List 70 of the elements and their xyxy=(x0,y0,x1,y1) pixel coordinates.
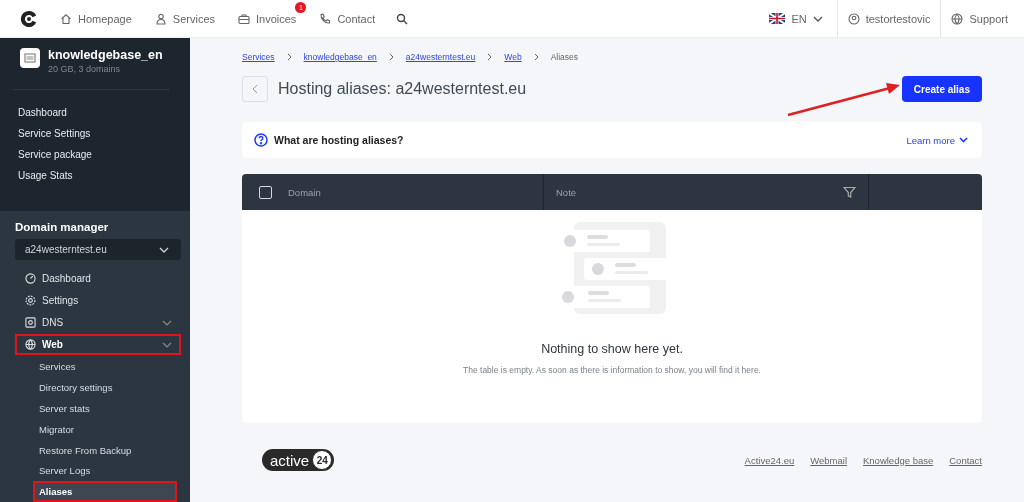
chevron-down-icon xyxy=(959,137,968,143)
sidebar-item[interactable]: DNS xyxy=(15,312,181,334)
create-alias-button[interactable]: Create alias xyxy=(901,76,982,102)
language-dropdown[interactable]: EN xyxy=(791,12,807,25)
sidebar-item[interactable]: Service package xyxy=(0,144,190,165)
nav-link[interactable]: Services xyxy=(154,12,215,25)
breadcrumb-link[interactable]: a24westerntest.eu xyxy=(405,52,476,62)
help-icon xyxy=(254,133,268,147)
column-header[interactable]: Domain xyxy=(288,186,321,198)
empty-title: Nothing to show here yet. xyxy=(541,342,683,356)
chevron-down-icon xyxy=(162,341,172,348)
chevron-left-icon xyxy=(252,84,258,94)
sidebar-subitem[interactable]: Restore From Backup xyxy=(33,439,181,461)
footer-link[interactable]: Webmail xyxy=(810,454,847,466)
user-icon xyxy=(847,12,860,25)
empty-text: The table is empty. As soon as there is information to show, you will find it here. xyxy=(463,365,761,375)
globe-icon xyxy=(25,339,36,351)
globe-icon xyxy=(951,12,964,25)
support-link[interactable]: Support xyxy=(969,12,1008,25)
service-details: 20 GB, 3 domains xyxy=(48,64,122,74)
column-header[interactable]: Note xyxy=(556,186,577,198)
filter-icon[interactable] xyxy=(843,185,856,199)
sidebar-item[interactable]: Service Settings xyxy=(0,123,190,144)
sidebar-subitem[interactable]: Aliases xyxy=(33,481,177,502)
info-question: What are hosting aliases? xyxy=(274,134,404,146)
chevron-right-icon xyxy=(286,53,292,61)
user-icon xyxy=(154,12,167,25)
sidebar-subitem[interactable]: Migrator xyxy=(33,418,181,440)
breadcrumb-link[interactable]: Web xyxy=(504,52,522,62)
phone-icon xyxy=(319,12,332,25)
gear-icon xyxy=(25,295,36,307)
chevron-down-icon xyxy=(162,319,172,326)
home-icon xyxy=(60,12,72,25)
sidebar-item[interactable]: Dashboard xyxy=(0,102,190,123)
brand-logo[interactable]: active 24 xyxy=(262,449,335,471)
checkbox[interactable] xyxy=(258,185,272,199)
flag-icon xyxy=(769,13,786,24)
search-icon[interactable] xyxy=(396,12,409,25)
sidebar-subitem[interactable]: Directory settings xyxy=(33,377,181,398)
sidebar-item[interactable]: Usage Stats xyxy=(0,165,190,186)
sidebar-item[interactable]: Dashboard xyxy=(15,268,181,290)
chevron-right-icon xyxy=(487,53,493,61)
nav-link[interactable]: Homepage xyxy=(60,12,132,25)
learn-more-link[interactable]: Learn more xyxy=(906,134,968,146)
sidebar-subitem[interactable]: Server stats xyxy=(33,398,181,419)
gauge-icon xyxy=(25,273,36,285)
server-icon xyxy=(20,48,40,68)
briefcase-icon xyxy=(238,12,250,25)
chevron-right-icon xyxy=(388,53,394,61)
section-title: Domain manager xyxy=(15,221,110,234)
footer-link[interactable]: Knowledge base xyxy=(863,454,934,466)
breadcrumb-link[interactable]: knowledgebase_en xyxy=(303,52,377,62)
footer-link[interactable]: Active24.eu xyxy=(744,454,795,466)
page-title: Hosting aliases: a24westerntest.eu xyxy=(278,80,527,98)
chevron-down-icon xyxy=(159,246,169,253)
sidebar-item[interactable]: Web xyxy=(15,334,181,356)
logo-icon[interactable] xyxy=(20,8,38,29)
nav-link[interactable]: Invoices xyxy=(238,12,297,25)
footer-link[interactable]: Contact xyxy=(949,454,982,466)
user-link[interactable]: testortestovic xyxy=(865,12,931,25)
breadcrumb-link[interactable]: Services xyxy=(242,52,275,62)
chevron-down-icon xyxy=(812,15,823,22)
nav-link[interactable]: Contact xyxy=(319,12,376,25)
domain-dropdown[interactable]: a24westerntest.eu xyxy=(15,239,181,261)
sidebar-subitem[interactable]: Server Logs xyxy=(33,460,181,482)
chevron-right-icon xyxy=(533,53,539,61)
sidebar-subitem[interactable]: Services xyxy=(33,356,181,378)
service-name: knowledgebase_en xyxy=(48,48,163,62)
current-page-label: Aliases xyxy=(550,52,579,62)
sidebar-item[interactable]: Settings xyxy=(15,290,181,312)
